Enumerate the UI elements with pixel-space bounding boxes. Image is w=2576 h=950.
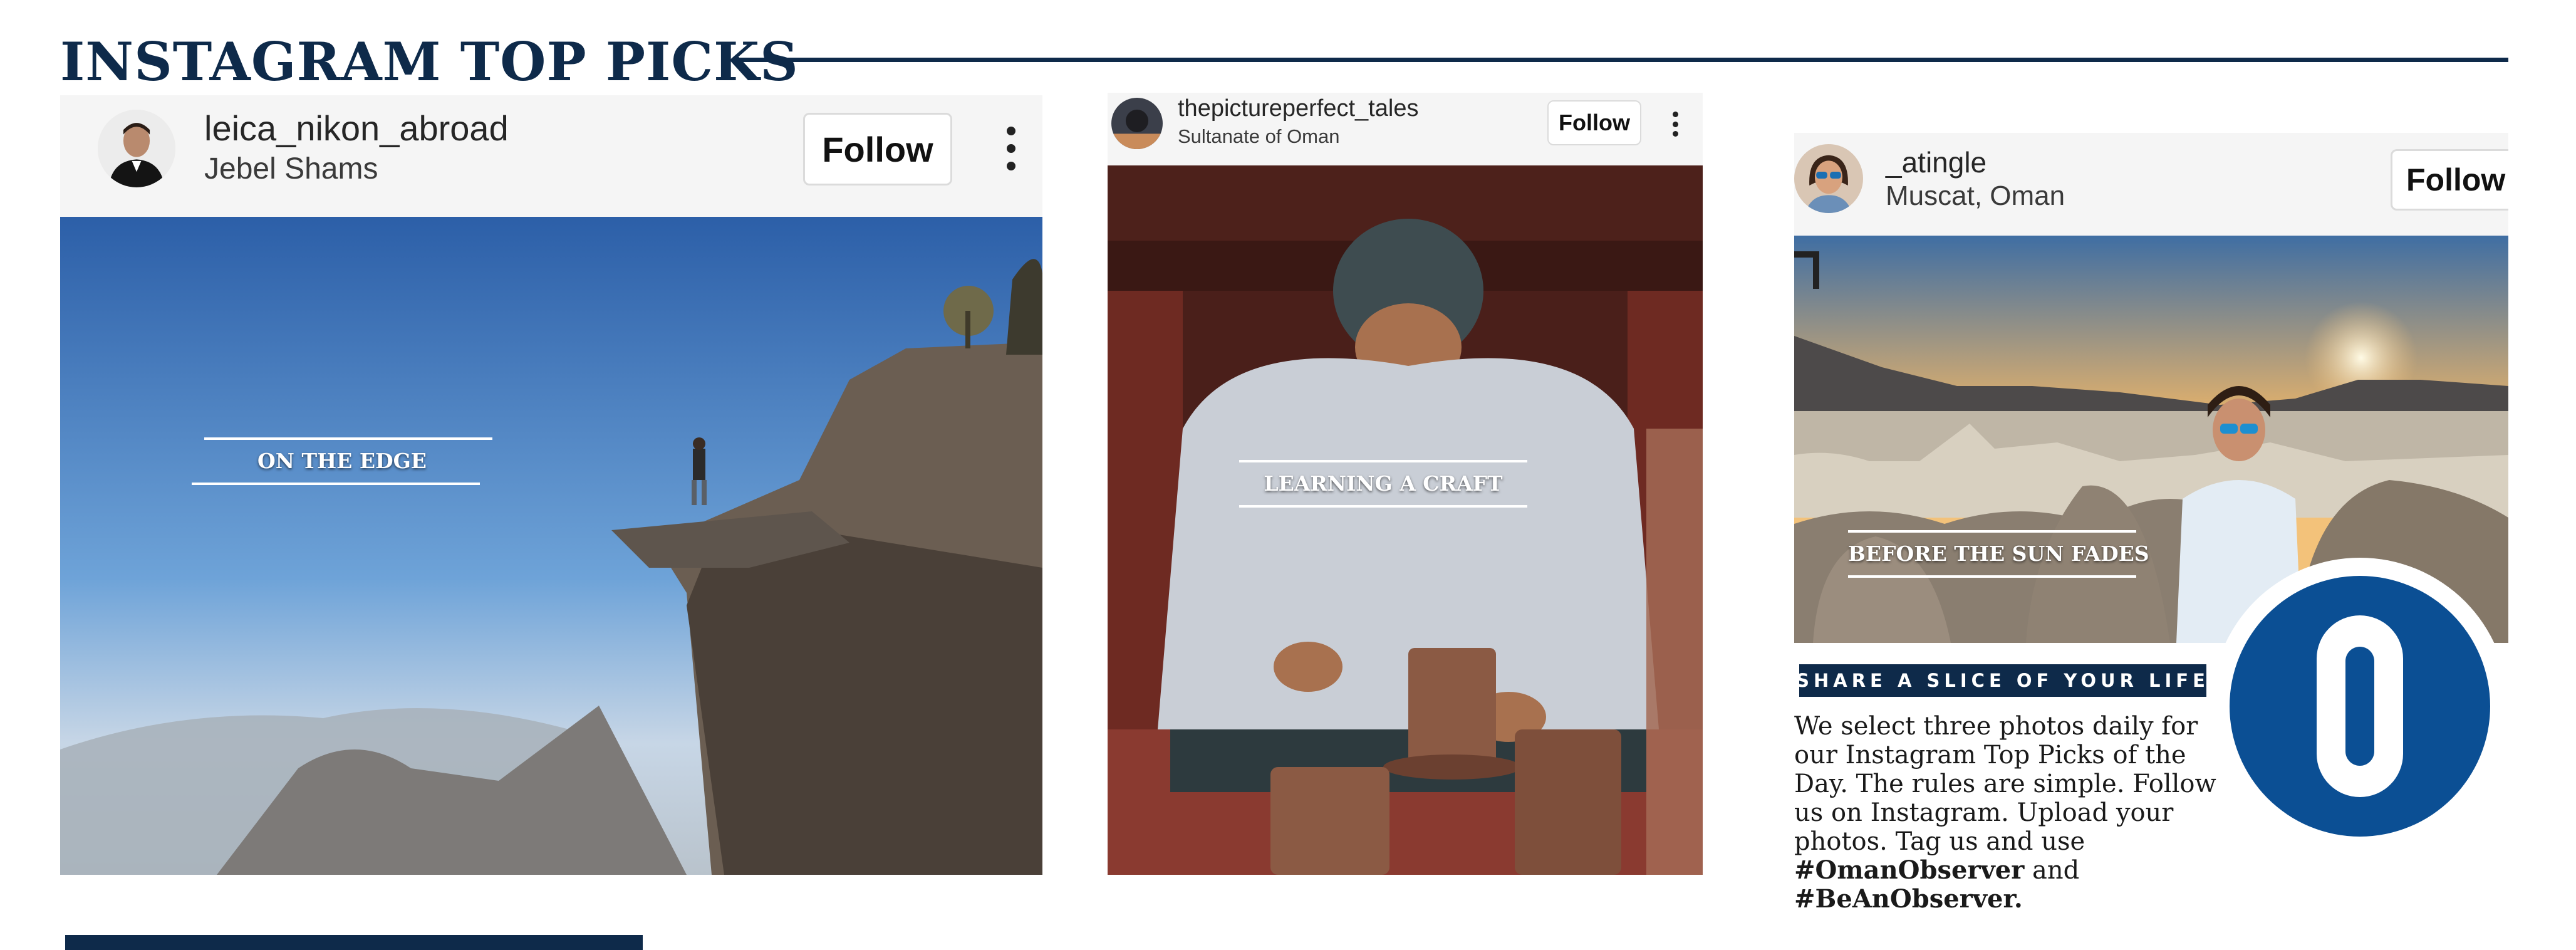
post-2-header: thepictureperfect_tales Sultanate of Oma… xyxy=(1108,93,1703,165)
post-1-avatar[interactable] xyxy=(98,110,175,187)
hashtag-line: #OmanObserver and #BeAnObserver. xyxy=(1794,856,2270,914)
post-2-caption: LEARNING A CRAFT xyxy=(1239,460,1527,508)
post-3-caption-text: BEFORE THE SUN FADES xyxy=(1848,541,2149,566)
potter-photo-image xyxy=(1108,165,1703,875)
post-2-follow-button[interactable]: Follow xyxy=(1547,100,1641,145)
observer-o-logo-icon xyxy=(2211,558,2508,855)
post-3-follow-button[interactable]: Follow xyxy=(2391,149,2508,211)
bottom-bar xyxy=(65,935,643,950)
post-1-header: leica_nikon_abroad Jebel Shams Follow xyxy=(60,95,1042,217)
hashtag-oman-observer[interactable]: #OmanObserver xyxy=(1794,855,2024,885)
promo-line: our Instagram Top Picks of the xyxy=(1794,741,2186,770)
post-1-caption: ON THE EDGE xyxy=(192,437,492,485)
post-3-username[interactable]: _atingle xyxy=(1886,145,1987,179)
caption-bottom-rule xyxy=(1848,575,2136,578)
title-rule xyxy=(734,58,2508,62)
promo-line: photos. Tag us and use xyxy=(1794,827,2085,856)
caption-bottom-rule xyxy=(192,483,480,485)
post-3-header: _atingle Muscat, Oman Follow xyxy=(1794,133,2508,236)
promo-line: us on Instagram. Upload your xyxy=(1794,798,2174,827)
cliff-photo-image xyxy=(60,217,1042,875)
post-3-avatar[interactable] xyxy=(1794,144,1863,213)
post-1-caption-text: ON THE EDGE xyxy=(257,449,427,473)
person-avatar-icon xyxy=(98,110,175,187)
person-avatar-icon xyxy=(1111,98,1163,149)
caption-bottom-rule xyxy=(1239,505,1527,508)
post-1-follow-button[interactable]: Follow xyxy=(803,113,952,185)
promo-line: We select three photos daily for xyxy=(1794,712,2198,741)
share-slice-banner: SHARE A SLICE OF YOUR LIFE xyxy=(1796,664,2206,697)
person-avatar-icon xyxy=(1794,144,1863,213)
post-2-kebab-menu-icon[interactable] xyxy=(1671,112,1679,137)
post-3-location[interactable]: Muscat, Oman xyxy=(1886,180,2065,212)
oman-observer-logo xyxy=(2211,558,2508,855)
post-1-location[interactable]: Jebel Shams xyxy=(204,152,378,186)
page-title: INSTAGRAM TOP PICKS xyxy=(60,31,799,93)
hashtag-be-an-observer[interactable]: #BeAnObserver. xyxy=(1794,884,2023,914)
post-1-username[interactable]: leica_nikon_abroad xyxy=(204,108,509,149)
hashtag-joiner: and xyxy=(2032,856,2080,885)
promo-text: We select three photos daily for our Ins… xyxy=(1794,712,2270,914)
post-2-caption-text: LEARNING A CRAFT xyxy=(1264,471,1503,496)
post-2-photo[interactable]: LEARNING A CRAFT xyxy=(1108,165,1703,875)
promo-line: Day. The rules are simple. Follow xyxy=(1794,770,2216,798)
post-1-photo[interactable]: ON THE EDGE xyxy=(60,217,1042,875)
post-2-username[interactable]: thepictureperfect_tales xyxy=(1178,95,1418,122)
post-3-caption: BEFORE THE SUN FADES xyxy=(1848,530,2149,578)
post-2-location[interactable]: Sultanate of Oman xyxy=(1178,125,1340,148)
post-2-avatar[interactable] xyxy=(1111,98,1163,149)
post-1-kebab-menu-icon[interactable] xyxy=(1005,127,1017,170)
